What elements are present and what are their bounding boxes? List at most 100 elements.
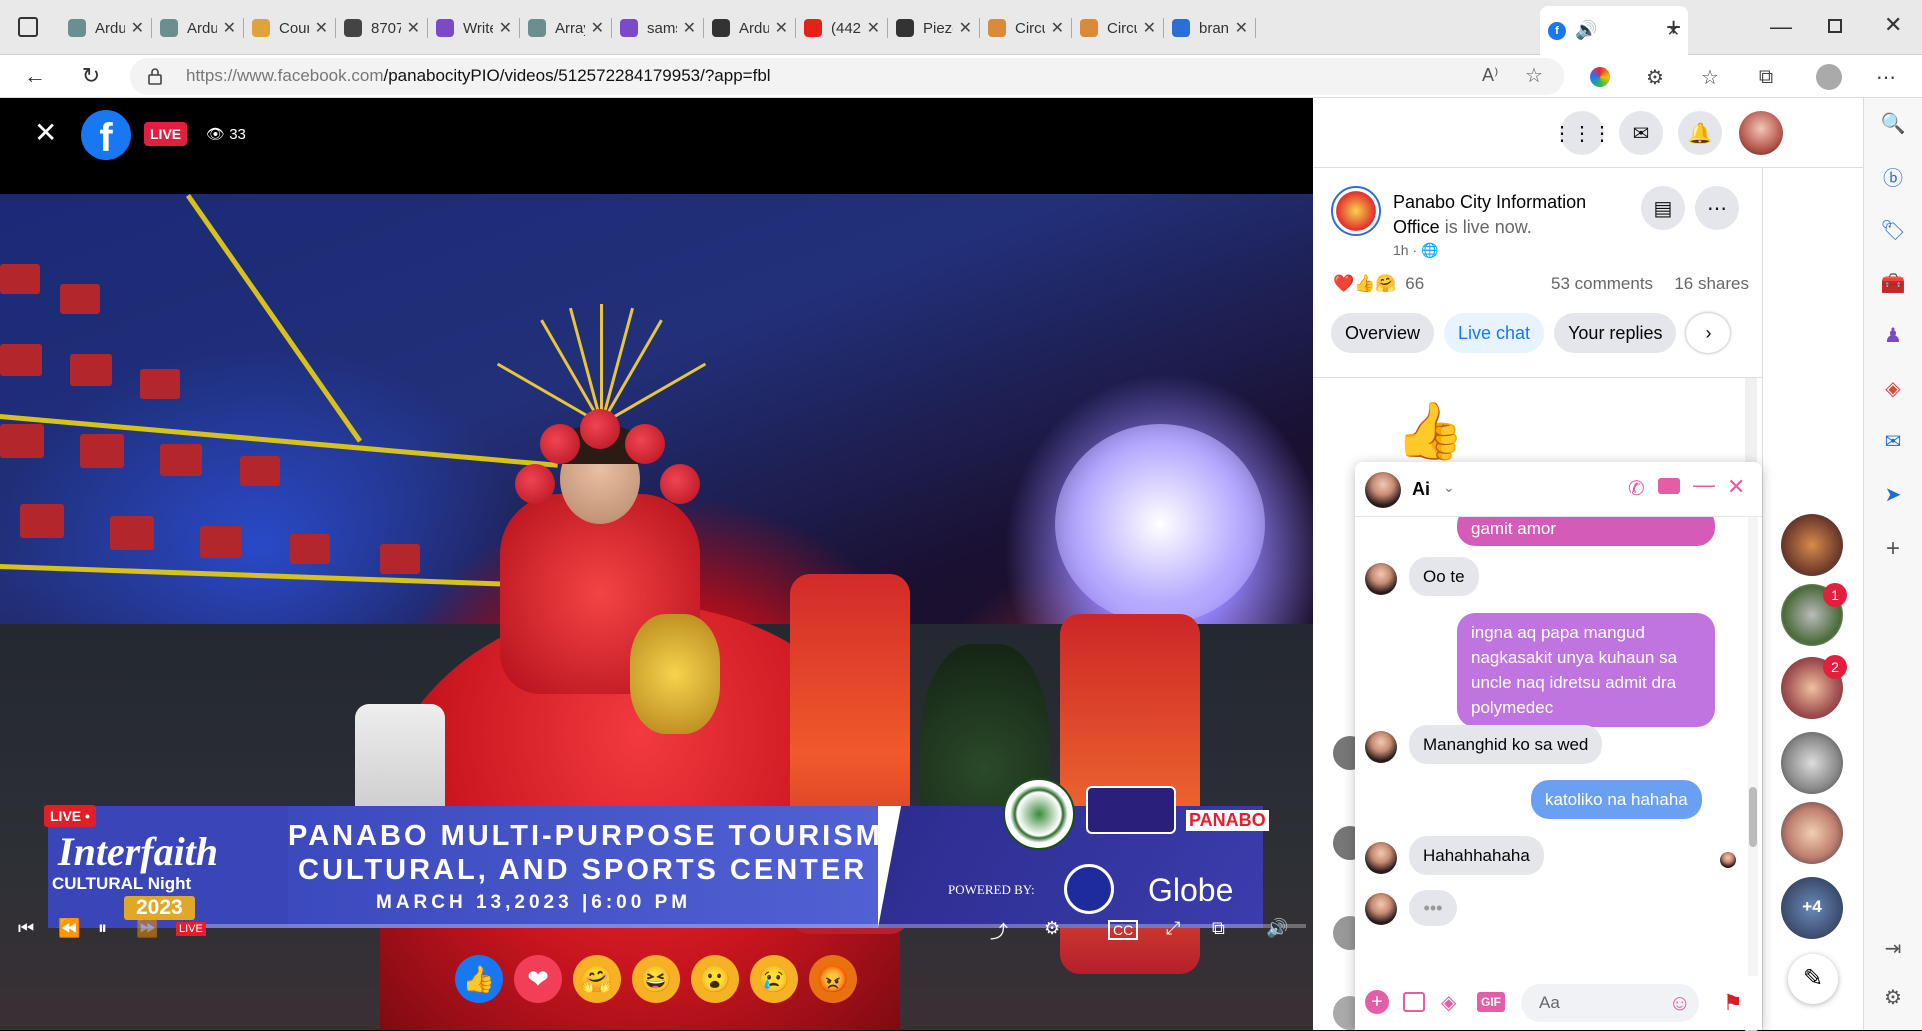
browser-tab[interactable]: Circuit ✕ (1072, 9, 1164, 47)
tools-icon[interactable]: 🧰 (1878, 268, 1908, 298)
more-options-icon[interactable]: ⋯ (1695, 186, 1739, 230)
close-tab-icon[interactable]: ✕ (591, 18, 604, 38)
picture-in-picture-icon[interactable]: ⧉ (1212, 918, 1225, 939)
close-window-icon[interactable]: ✕ (1884, 12, 1902, 38)
new-tab-button[interactable]: + (1666, 12, 1681, 43)
extension-colorful-icon[interactable] (1584, 61, 1616, 93)
extensions-puzzle-icon[interactable]: ⚙ (1639, 61, 1671, 93)
fast-forward-icon[interactable]: ⏩ (136, 918, 158, 939)
browser-tab[interactable]: samsung ✕ (612, 9, 704, 47)
browser-tab[interactable]: Array ✕ (520, 9, 612, 47)
close-tab-icon[interactable]: ✕ (1143, 18, 1156, 38)
messenger-icon[interactable]: ✉ (1619, 111, 1663, 155)
split-screen-icon[interactable]: ⇥ (1878, 933, 1908, 963)
love-reaction-icon[interactable]: ❤ (514, 955, 562, 1003)
add-sidebar-app-icon[interactable]: + (1878, 534, 1908, 564)
tabs-next-icon[interactable]: › (1686, 313, 1731, 353)
favorites-icon[interactable]: ☆ (1694, 61, 1726, 93)
rewind-icon[interactable]: ⏪ (58, 918, 80, 939)
close-tab-icon[interactable]: ✕ (683, 18, 696, 38)
profile-avatar[interactable] (1813, 61, 1845, 93)
phone-call-icon[interactable]: ✆ (1628, 476, 1645, 501)
menu-grid-icon[interactable]: ⋮⋮⋮ (1552, 111, 1612, 155)
office-icon[interactable]: ◈ (1878, 373, 1908, 403)
captions-icon[interactable]: CC (1108, 920, 1139, 940)
close-chat-icon[interactable]: ✕ (1727, 474, 1745, 500)
browser-tab[interactable]: Arduino ✕ (152, 9, 244, 47)
favorite-add-icon[interactable]: ☆ (1525, 63, 1543, 88)
read-aloud-icon[interactable]: A⁾ (1482, 65, 1498, 86)
contact-avatar[interactable] (1781, 514, 1843, 576)
photo-icon[interactable] (1403, 992, 1425, 1012)
close-video-icon[interactable]: ✕ (34, 116, 57, 149)
close-tab-icon[interactable]: ✕ (867, 18, 880, 38)
care-reaction-icon[interactable]: 🤗 (573, 955, 621, 1003)
browser-tab[interactable]: Write ✕ (428, 9, 520, 47)
close-tab-icon[interactable]: ✕ (315, 18, 328, 38)
outlook-icon[interactable]: ✉ (1878, 426, 1908, 456)
more-contacts[interactable]: +4 (1781, 877, 1843, 939)
facebook-logo-icon[interactable]: f (81, 110, 131, 160)
contact-avatar[interactable] (1781, 802, 1843, 864)
close-tab-icon[interactable]: ✕ (959, 18, 972, 38)
minimize-window-icon[interactable]: — (1770, 14, 1792, 40)
page-avatar[interactable] (1331, 186, 1381, 236)
comments-count[interactable]: 53 comments (1551, 274, 1653, 294)
post-time[interactable]: 1h · 🌐 (1393, 242, 1438, 259)
pause-icon[interactable]: ⏸ (98, 918, 107, 939)
games-icon[interactable]: ♟ (1878, 320, 1908, 350)
fullscreen-icon[interactable]: ⤢ (1166, 918, 1180, 939)
browser-tab[interactable]: Arduino ✕ (704, 9, 796, 47)
close-tab-icon[interactable]: ✕ (407, 18, 420, 38)
close-tab-icon[interactable]: ✕ (223, 18, 236, 38)
close-tab-icon[interactable]: ✕ (1051, 18, 1064, 38)
chat-contact-avatar[interactable] (1365, 472, 1401, 508)
close-tab-icon[interactable]: ✕ (499, 18, 512, 38)
skip-back-icon[interactable]: ⏮ (18, 918, 34, 939)
haha-reaction-icon[interactable]: 😆 (632, 955, 680, 1003)
back-button[interactable]: ← (18, 59, 52, 93)
browser-tab[interactable]: Piezo ✕ (888, 9, 980, 47)
reaction-summary-icons[interactable]: ❤️👍🤗 (1333, 274, 1397, 293)
browser-tab[interactable]: 8707 ✕ (336, 9, 428, 47)
angry-reaction-icon[interactable]: 😡 (809, 955, 857, 1003)
wow-reaction-icon[interactable]: 😮 (691, 955, 739, 1003)
minimize-chat-icon[interactable]: — (1693, 472, 1715, 498)
notifications-bell-icon[interactable]: 🔔 (1678, 111, 1722, 155)
sticker-icon[interactable]: ◈ (1441, 990, 1456, 1015)
url-field[interactable]: https://www.facebook.com/panabocityPIO/v… (130, 58, 1564, 95)
video-player[interactable]: ✕ LIVE • Interfaith CULTURAL Night 2023 … (0, 98, 1313, 1030)
refresh-button[interactable]: ↻ (74, 59, 108, 93)
video-call-icon[interactable] (1658, 478, 1680, 494)
lock-icon[interactable] (148, 67, 162, 85)
reaction-count[interactable]: 66 (1405, 274, 1424, 293)
contact-avatar[interactable] (1781, 732, 1843, 794)
close-tab-icon[interactable]: ✕ (775, 18, 788, 38)
chat-messages[interactable]: gamit amor Oo te ingna aq papa mangud na… (1355, 517, 1762, 976)
collections-icon[interactable]: ⧉ (1750, 61, 1782, 93)
close-tab-icon[interactable]: ✕ (131, 18, 144, 38)
shopping-icon[interactable]: 🏷 (1878, 215, 1908, 245)
tab-actions-icon[interactable] (18, 17, 38, 37)
sad-reaction-icon[interactable]: 😢 (750, 955, 798, 1003)
shares-count[interactable]: 16 shares (1674, 274, 1749, 294)
settings-more-icon[interactable]: ⋯ (1870, 61, 1902, 93)
audio-playing-icon[interactable]: 🔊 (1575, 20, 1661, 41)
volume-icon[interactable]: 🔊 (1266, 918, 1288, 939)
tab-overview[interactable]: Overview (1331, 313, 1435, 353)
search-icon[interactable]: 🔍 (1878, 108, 1908, 138)
add-more-icon[interactable]: + (1365, 990, 1389, 1014)
gif-icon[interactable]: GIF (1477, 992, 1505, 1012)
restore-window-icon[interactable] (1828, 19, 1842, 33)
emoji-icon[interactable]: ☺ (1669, 990, 1691, 1016)
chat-scrollbar[interactable] (1748, 517, 1758, 976)
tab-your-replies[interactable]: Your replies (1554, 313, 1677, 353)
browser-tab[interactable]: Course ✕ (244, 9, 336, 47)
browser-tab[interactable]: brand ✕ (1164, 9, 1256, 47)
send-icon[interactable]: ➤ (1878, 479, 1908, 509)
browser-tab[interactable]: (442 ✕ (796, 9, 888, 47)
message-input[interactable]: Aa ☺ (1521, 984, 1699, 1022)
settings-gear-icon[interactable]: ⚙ (1044, 918, 1060, 939)
save-post-icon[interactable]: ▤ (1641, 186, 1685, 230)
chevron-down-icon[interactable]: ⌄ (1443, 479, 1455, 496)
